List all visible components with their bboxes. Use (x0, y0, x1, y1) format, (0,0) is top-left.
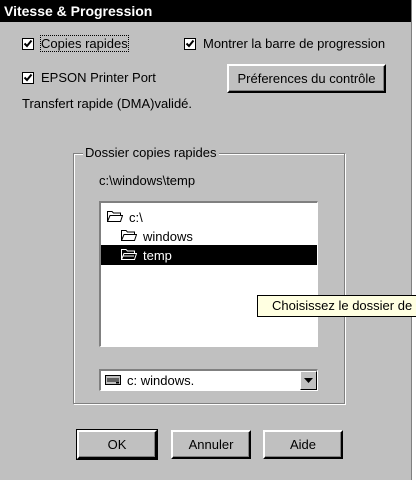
copies-rapides-label: Copies rapides (40, 35, 129, 52)
preferences-button[interactable]: Préferences du contrôle (227, 64, 386, 93)
current-path: c:\windows\temp (99, 173, 196, 188)
epson-port-checkbox[interactable]: EPSON Printer Port (22, 70, 156, 85)
folder-open-icon (120, 248, 138, 263)
folder-item-label: c:\ (129, 209, 143, 225)
ok-button[interactable]: OK (76, 429, 158, 460)
dialog-window: Vitesse & Progression Copies rapides Mon… (0, 0, 412, 480)
dma-status-text: Transfert rapide (DMA)validé. (22, 96, 193, 111)
chevron-down-icon[interactable] (300, 371, 317, 390)
drive-icon (105, 373, 121, 388)
window-title: Vitesse & Progression (0, 0, 411, 22)
progress-bar-checkbox[interactable]: Montrer la barre de progression (184, 36, 385, 51)
progress-bar-label: Montrer la barre de progression (203, 36, 386, 51)
check-icon[interactable] (22, 37, 34, 50)
drive-value: c: windows. (127, 373, 195, 388)
check-icon[interactable] (22, 71, 34, 84)
aide-button[interactable]: Aide (263, 430, 343, 459)
folder-item-c[interactable]: c:\ (106, 207, 307, 227)
folder-item-windows[interactable]: windows (120, 226, 311, 246)
drive-select[interactable]: c: windows. (99, 369, 318, 391)
epson-port-label: EPSON Printer Port (41, 70, 156, 85)
folder-item-label: windows (143, 228, 193, 244)
folder-item-temp[interactable]: temp (101, 245, 317, 265)
folder-open-icon (120, 229, 138, 244)
annuler-button[interactable]: Annuler (171, 430, 251, 459)
check-icon[interactable] (184, 37, 196, 50)
copies-rapides-checkbox[interactable]: Copies rapides (22, 35, 129, 52)
folder-list[interactable]: c:\ windows temp (99, 201, 318, 347)
group-title: Dossier copies rapides (83, 145, 219, 160)
tooltip: Choisissez le dossier de (257, 295, 416, 317)
folder-open-icon (106, 210, 124, 225)
folder-item-label: temp (143, 247, 172, 263)
